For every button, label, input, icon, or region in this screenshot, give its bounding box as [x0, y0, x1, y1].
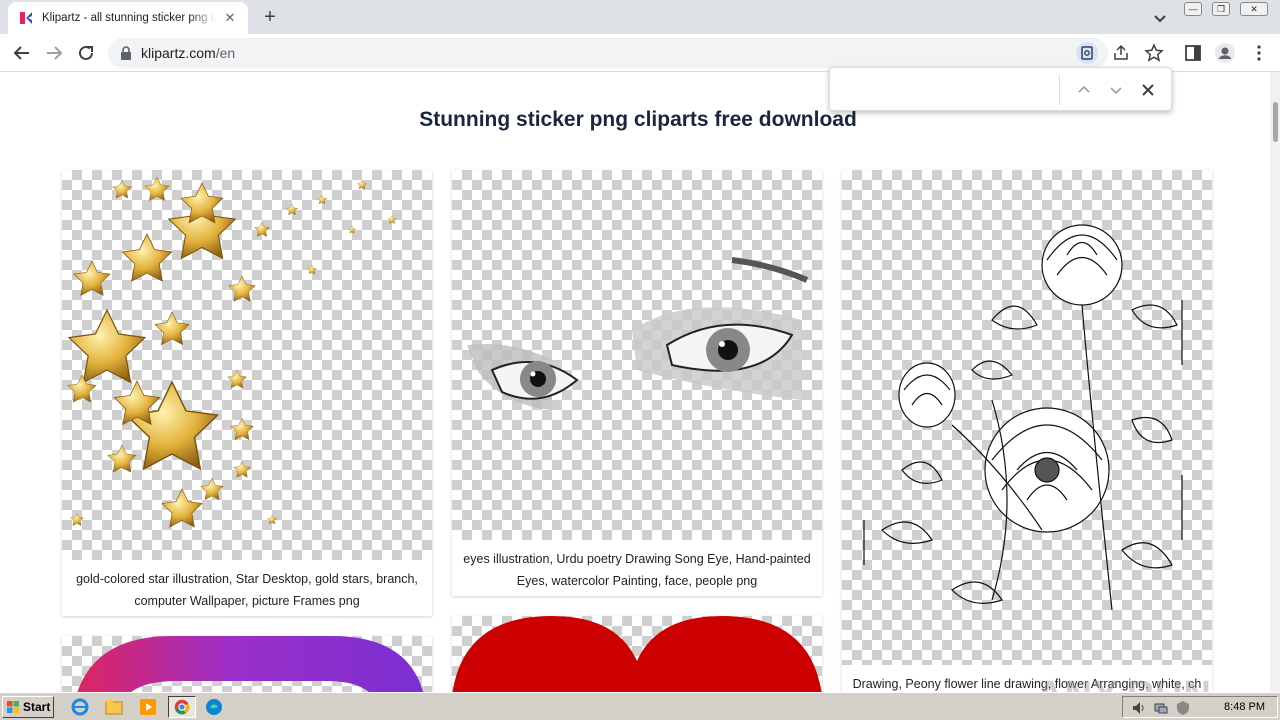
minimize-button[interactable]: — [1184, 2, 1202, 16]
browser-tab[interactable]: Klipartz - all stunning sticker png imag… [8, 2, 248, 34]
more-menu-icon[interactable] [1248, 42, 1270, 64]
clipart-caption[interactable]: eyes illustration, Urdu poetry Drawing S… [452, 548, 822, 592]
new-tab-button[interactable]: + [258, 6, 282, 30]
page-heading: Stunning sticker png cliparts free downl… [419, 108, 857, 131]
network-icon[interactable] [1153, 700, 1169, 716]
tab-title: Klipartz - all stunning sticker png imag… [42, 12, 216, 24]
reload-icon[interactable] [73, 40, 99, 66]
clipart-card[interactable]: Drawing, Peony flower line drawing, flow… [842, 170, 1212, 692]
profile-avatar-icon[interactable] [1214, 42, 1236, 64]
page-scrollbar[interactable] [1270, 72, 1280, 692]
find-divider [1059, 75, 1060, 105]
gradient-frame-illustration [77, 636, 424, 692]
clipart-card[interactable]: gold-colored star illustration, Star Des… [62, 170, 432, 616]
address-bar[interactable]: klipartz.com/en [108, 38, 1128, 68]
lock-icon[interactable] [120, 46, 132, 60]
find-next-chevron-down-icon[interactable] [1106, 80, 1126, 100]
back-arrow-icon[interactable] [9, 40, 35, 66]
red-heart-illustration [452, 616, 822, 692]
find-previous-chevron-up-icon[interactable] [1074, 80, 1094, 100]
find-close-icon[interactable] [1138, 80, 1158, 100]
clipart-card[interactable] [62, 636, 432, 692]
taskbar-clock: 8:48 PM [1224, 701, 1265, 713]
find-in-page-icon[interactable] [1076, 42, 1098, 64]
klipartz-favicon-icon [20, 12, 32, 24]
clipart-image[interactable] [452, 616, 822, 692]
clipart-card[interactable] [452, 616, 822, 692]
clipart-card[interactable]: eyes illustration, Urdu poetry Drawing S… [452, 170, 822, 596]
windows-taskbar: Start 8:48 PM [0, 692, 1280, 720]
system-tray: 8:48 PM [1122, 696, 1278, 718]
security-shield-icon[interactable] [1175, 700, 1191, 716]
volume-icon[interactable] [1131, 700, 1147, 716]
file-explorer-icon[interactable] [102, 696, 126, 718]
tab-search-chevron-icon[interactable] [1150, 8, 1170, 28]
start-button[interactable]: Start [2, 696, 54, 718]
find-input[interactable] [838, 76, 1058, 102]
side-panel-icon[interactable] [1182, 42, 1204, 64]
forward-arrow-icon[interactable] [41, 40, 67, 66]
share-icon[interactable] [1110, 42, 1132, 64]
windows-logo-icon [7, 701, 19, 713]
clipart-image[interactable] [62, 170, 432, 560]
tab-strip: Klipartz - all stunning sticker png imag… [0, 0, 1280, 34]
edge-icon[interactable] [202, 696, 226, 718]
chrome-taskbar-icon[interactable] [168, 696, 196, 718]
clipart-caption[interactable]: gold-colored star illustration, Star Des… [62, 568, 432, 612]
gold-stars-illustration [67, 176, 397, 529]
restore-button[interactable]: ❐ [1212, 2, 1230, 16]
find-bar [829, 67, 1172, 111]
start-label: Start [23, 700, 51, 714]
peony-line-drawing [863, 224, 1183, 611]
internet-explorer-icon[interactable] [68, 696, 92, 718]
clipart-image[interactable] [452, 170, 822, 540]
anyrun-watermark: ANY.RUN [1036, 674, 1212, 692]
bookmark-star-icon[interactable] [1143, 42, 1165, 64]
close-window-button[interactable]: ✕ [1240, 2, 1268, 16]
clipart-image[interactable] [62, 636, 432, 692]
url-text[interactable]: klipartz.com/en [141, 45, 235, 61]
eyes-illustration [467, 257, 809, 410]
tab-close-icon[interactable]: ✕ [222, 10, 238, 26]
clipart-image[interactable] [842, 170, 1212, 665]
media-player-icon[interactable] [136, 696, 160, 718]
scrollbar-thumb[interactable] [1273, 102, 1278, 142]
page-content: Stunning sticker png cliparts free downl… [0, 72, 1270, 692]
